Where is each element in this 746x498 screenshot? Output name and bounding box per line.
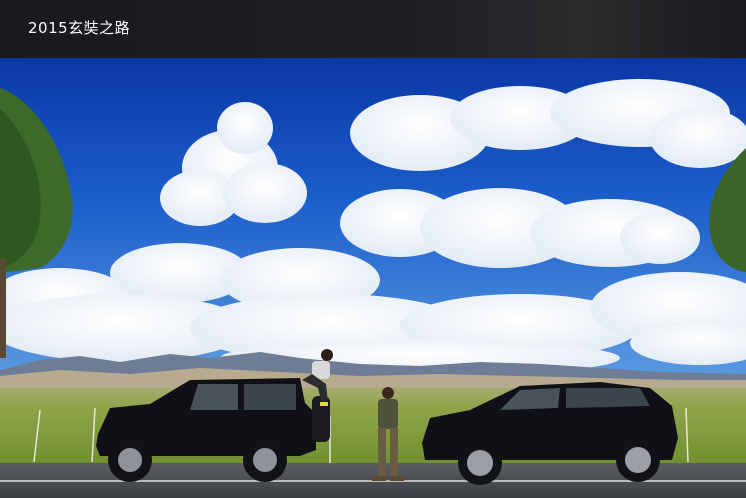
page-title: 2015玄奘之路: [28, 19, 131, 37]
title-bar: 2015玄奘之路: [0, 0, 746, 58]
page: 2015玄奘之路: [0, 0, 746, 498]
landscape-photo: [0, 58, 746, 498]
